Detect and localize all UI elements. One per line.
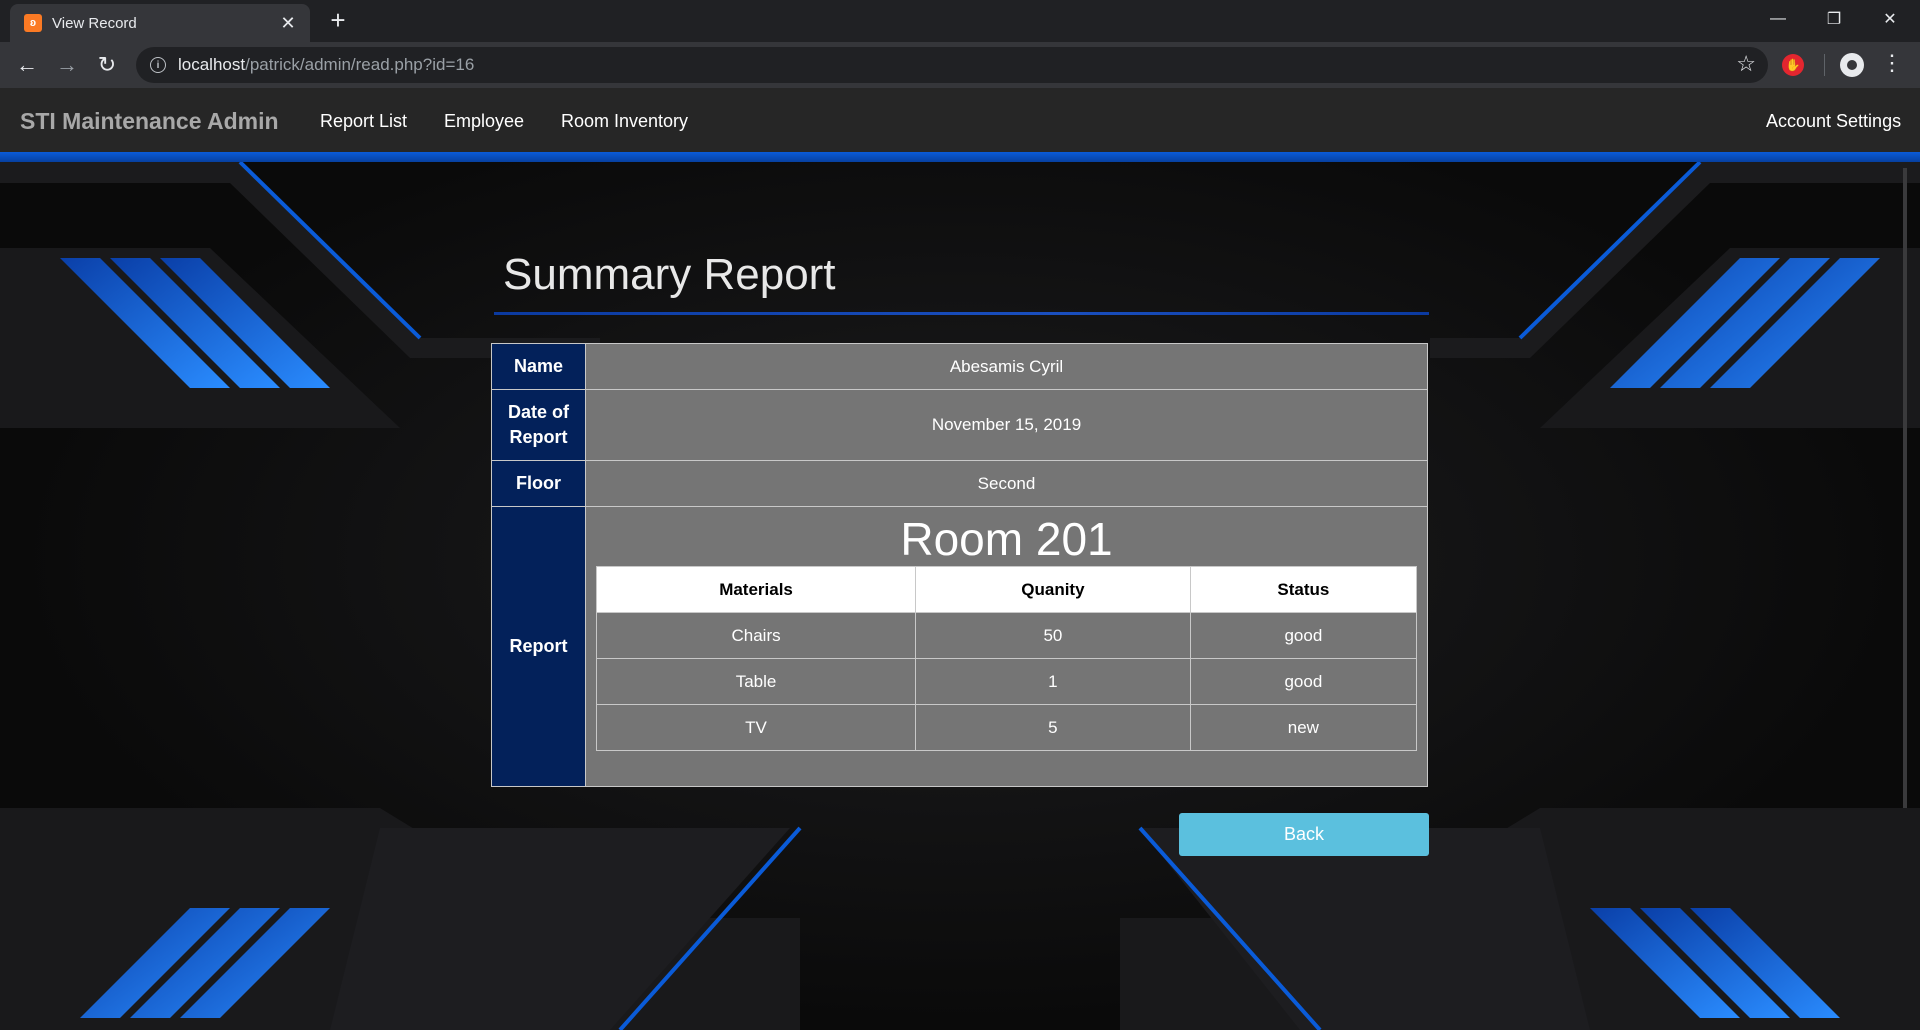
report-label: Report (491, 506, 586, 787)
header-quantity: Quanity (915, 566, 1191, 613)
nav-employee[interactable]: Employee (444, 111, 524, 132)
browser-tab[interactable]: ʚ View Record ✕ (10, 4, 310, 42)
back-button[interactable]: Back (1179, 813, 1429, 856)
cell-quantity: 5 (915, 704, 1191, 751)
browser-menu-icon[interactable]: ⋮ (1880, 50, 1904, 76)
cell-status: good (1189, 658, 1418, 705)
row-floor: Floor Second (491, 460, 1428, 507)
header-materials: Materials (595, 566, 917, 613)
row-date: Date of Report November 15, 2019 (491, 389, 1428, 461)
title-divider (494, 312, 1429, 315)
header-status: Status (1189, 566, 1418, 613)
nav-report-list[interactable]: Report List (320, 111, 407, 132)
nav-room-inventory[interactable]: Room Inventory (561, 111, 688, 132)
cell-status: new (1189, 704, 1418, 751)
brand-title[interactable]: STI Maintenance Admin (20, 108, 279, 135)
reload-icon[interactable]: ↻ (91, 49, 123, 81)
window-close-icon[interactable]: ✕ (1862, 0, 1918, 38)
summary-table: Name Abesamis Cyril Date of Report Novem… (491, 343, 1428, 787)
browser-tabstrip: ʚ View Record ✕ + — ❐ ✕ (0, 0, 1920, 42)
room-title: Room 201 (900, 513, 1113, 565)
tab-title: View Record (52, 14, 137, 32)
date-value: November 15, 2019 (585, 389, 1428, 461)
profile-icon[interactable] (1840, 53, 1864, 77)
table-row: TV 5 new (595, 704, 1418, 751)
floor-label: Floor (491, 460, 586, 507)
extension-icon[interactable]: ✋ (1782, 54, 1804, 76)
toolbar-separator (1824, 54, 1825, 76)
cell-material: Chairs (595, 612, 917, 659)
forward-arrow-icon[interactable]: → (51, 49, 83, 81)
bookmark-star-icon[interactable]: ☆ (1736, 51, 1756, 77)
minimize-icon[interactable]: — (1750, 0, 1806, 38)
address-bar[interactable]: i localhost/patrick/admin/read.php?id=16… (136, 47, 1768, 83)
table-row: Chairs 50 good (595, 612, 1418, 659)
cell-quantity: 1 (915, 658, 1191, 705)
materials-header-row: Materials Quanity Status (595, 566, 1418, 613)
row-name: Name Abesamis Cyril (491, 343, 1428, 390)
browser-toolbar: ← → ↻ i localhost/patrick/admin/read.php… (0, 42, 1920, 88)
name-label: Name (491, 343, 586, 390)
page-title: Summary Report (503, 250, 836, 299)
date-label: Date of Report (491, 389, 586, 461)
cell-material: Table (595, 658, 917, 705)
row-report: Report Room 201 Materials Quanity Status… (491, 506, 1428, 787)
floor-value: Second (585, 460, 1428, 507)
cell-status: good (1189, 612, 1418, 659)
materials-table: Materials Quanity Status Chairs 50 good … (595, 566, 1418, 751)
nav-account-settings[interactable]: Account Settings (1766, 111, 1901, 132)
cell-quantity: 50 (915, 612, 1191, 659)
top-navbar: STI Maintenance Admin Report List Employ… (0, 88, 1920, 152)
url-path: /patrick/admin/read.php?id=16 (245, 55, 475, 74)
restore-icon[interactable]: ❐ (1806, 0, 1862, 38)
back-arrow-icon[interactable]: ← (11, 49, 43, 81)
xampp-favicon-icon: ʚ (24, 14, 42, 32)
report-cell: Room 201 Materials Quanity Status Chairs… (585, 506, 1428, 787)
cell-material: TV (595, 704, 917, 751)
table-row: Table 1 good (595, 658, 1418, 705)
page-content: STI Maintenance Admin Report List Employ… (0, 88, 1920, 1030)
name-value: Abesamis Cyril (585, 343, 1428, 390)
info-icon[interactable]: i (150, 57, 166, 73)
navbar-accent-bar (0, 152, 1920, 162)
url-host: localhost (178, 55, 246, 74)
tab-close-icon[interactable]: ✕ (276, 13, 300, 34)
new-tab-button[interactable]: + (324, 6, 352, 34)
